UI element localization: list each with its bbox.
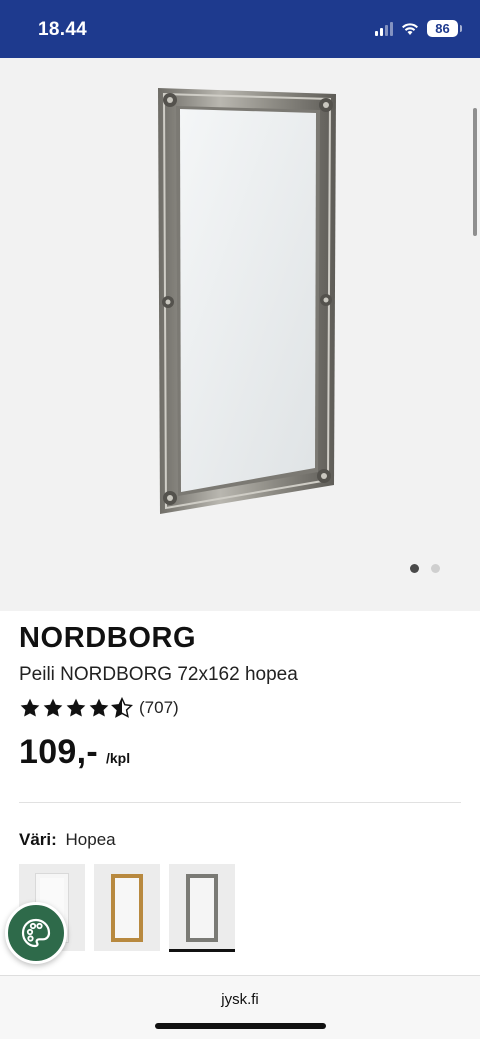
star-full-icon — [43, 698, 63, 717]
star-half-icon — [111, 697, 133, 718]
color-label: Väri: — [19, 830, 57, 849]
product-title: Peili NORDBORG 72x162 hopea — [19, 664, 298, 685]
status-bar: 18.44 86 — [0, 0, 480, 58]
browser-bottom-bar: jysk.fi — [0, 975, 480, 1039]
mirror-thumbnail — [111, 874, 143, 942]
palette-icon — [21, 918, 51, 948]
carousel-dot[interactable] — [431, 564, 440, 573]
page-scrollbar[interactable] — [473, 108, 477, 236]
color-selector-label: Väri: Hopea — [19, 830, 116, 850]
battery-icon: 86 — [427, 20, 462, 37]
price-value: 109,- — [19, 733, 98, 771]
product-image-carousel[interactable] — [0, 58, 480, 611]
star-full-icon — [89, 698, 109, 717]
selected-color: Hopea — [65, 830, 116, 849]
product-brand: NORDBORG — [19, 622, 197, 654]
color-swatch-gold[interactable] — [94, 864, 160, 951]
status-icons: 86 — [375, 20, 462, 37]
silver-baroque-mirror-image — [158, 88, 336, 514]
star-full-icon — [20, 698, 40, 717]
review-count[interactable]: (707) — [139, 698, 179, 718]
carousel-pagination — [410, 564, 440, 573]
carousel-dot[interactable] — [410, 564, 419, 573]
section-divider — [19, 802, 461, 803]
price-unit: /kpl — [106, 750, 131, 766]
wifi-icon — [402, 22, 418, 35]
cookie-settings-button[interactable] — [5, 902, 67, 964]
selected-swatch-indicator — [169, 949, 235, 952]
color-swatch-silver[interactable] — [169, 864, 235, 951]
home-indicator[interactable] — [155, 1023, 326, 1029]
cellular-signal-icon — [375, 21, 393, 36]
address-bar[interactable]: jysk.fi — [0, 991, 480, 1008]
product-rating[interactable]: (707) — [19, 697, 179, 719]
mirror-thumbnail — [186, 874, 218, 942]
star-full-icon — [66, 698, 86, 717]
product-price: 109,- /kpl — [19, 733, 130, 772]
status-time: 18.44 — [38, 19, 88, 40]
